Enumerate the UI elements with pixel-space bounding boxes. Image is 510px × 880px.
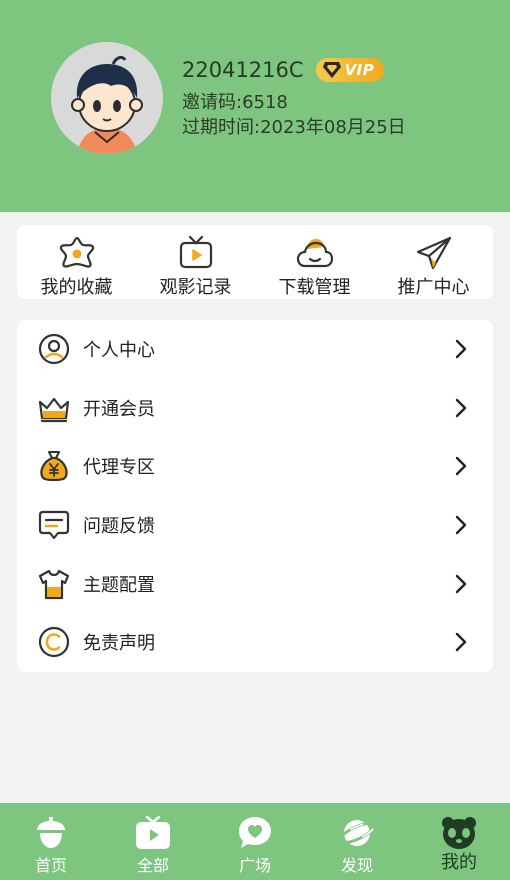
tab-all-label: 全部 (136, 856, 169, 875)
tab-home-label: 首页 (34, 856, 67, 875)
tab-square-label: 广场 (238, 856, 271, 875)
chevron-right-icon (455, 398, 467, 418)
money-bag-icon (40, 451, 68, 482)
quick-actions: 我的收藏 观影记录 下载管理 推广中心 (17, 225, 493, 299)
tab-discover[interactable]: 发现 (306, 803, 408, 880)
menu-item-agent-zone[interactable]: 代理专区 (17, 437, 493, 496)
quick-downloads[interactable]: 下载管理 (255, 225, 374, 299)
menu-item-disclaimer[interactable]: 免责声明 (17, 613, 493, 672)
tab-all[interactable]: 全部 (102, 803, 204, 880)
username: 22041216C (182, 58, 304, 82)
chevron-right-icon (455, 457, 467, 476)
username-row: 22041216C VIP (182, 58, 385, 82)
quick-downloads-label: 下载管理 (278, 277, 351, 298)
cloud-icon (296, 239, 333, 268)
avatar[interactable] (51, 42, 163, 154)
bottom-tab-bar: 首页 全部 广场 发现 我的 (0, 803, 510, 880)
tab-discover-label: 发现 (340, 856, 373, 875)
paper-plane-icon (416, 236, 451, 270)
menu-item-feedback[interactable]: 问题反馈 (17, 496, 493, 555)
profile-header: 22041216C VIP 邀请码:6518 过期时间:2023年08月25日 (0, 0, 510, 212)
user-icon (38, 334, 70, 365)
quick-history-label: 观影记录 (159, 277, 232, 298)
menu-label: 个人中心 (83, 340, 155, 362)
menu-label: 问题反馈 (83, 516, 155, 538)
menu-label: 免责声明 (83, 633, 155, 655)
menu-item-theme-config[interactable]: 主题配置 (17, 554, 493, 613)
crown-icon (38, 397, 70, 422)
tab-mine-label: 我的 (441, 852, 477, 873)
quick-favorites-label: 我的收藏 (40, 277, 113, 298)
planet-icon (338, 820, 376, 846)
invite-code: 邀请码:6518 (182, 92, 288, 113)
menu-label: 开通会员 (83, 398, 155, 420)
chevron-right-icon (455, 633, 467, 652)
chevron-right-icon (455, 340, 467, 359)
menu-item-open-membership[interactable]: 开通会员 (17, 379, 493, 438)
diamond-icon (322, 62, 341, 78)
copyright-icon (38, 627, 70, 658)
vip-label: VIP (344, 61, 375, 79)
acorn-icon (37, 817, 65, 848)
quick-promotion-label: 推广中心 (397, 277, 470, 298)
star-icon (59, 236, 94, 268)
menu-label: 代理专区 (83, 457, 155, 479)
chat-heart-icon (239, 817, 271, 848)
quick-history[interactable]: 观影记录 (136, 225, 255, 299)
menu-label: 主题配置 (83, 574, 155, 596)
tab-square[interactable]: 广场 (204, 803, 306, 880)
chevron-right-icon (455, 515, 467, 535)
tab-home[interactable]: 首页 (0, 803, 102, 880)
tab-mine[interactable]: 我的 (408, 803, 510, 880)
menu-item-personal-center[interactable]: 个人中心 (17, 320, 493, 379)
settings-menu: 个人中心 开通会员 代理专区 问题反馈 主题配置 免责声明 (17, 320, 493, 672)
quick-promotion[interactable]: 推广中心 (374, 225, 493, 299)
panda-icon (442, 817, 476, 849)
vip-badge[interactable]: VIP (315, 58, 385, 82)
tv-play-icon (136, 815, 170, 849)
avatar-cartoon-icon (51, 42, 163, 154)
chevron-right-icon (455, 574, 467, 593)
quick-favorites[interactable]: 我的收藏 (17, 225, 136, 299)
tv-icon (179, 235, 212, 269)
tshirt-icon (38, 569, 70, 599)
expire-date: 过期时间:2023年08月25日 (182, 117, 406, 138)
feedback-icon (38, 510, 70, 540)
